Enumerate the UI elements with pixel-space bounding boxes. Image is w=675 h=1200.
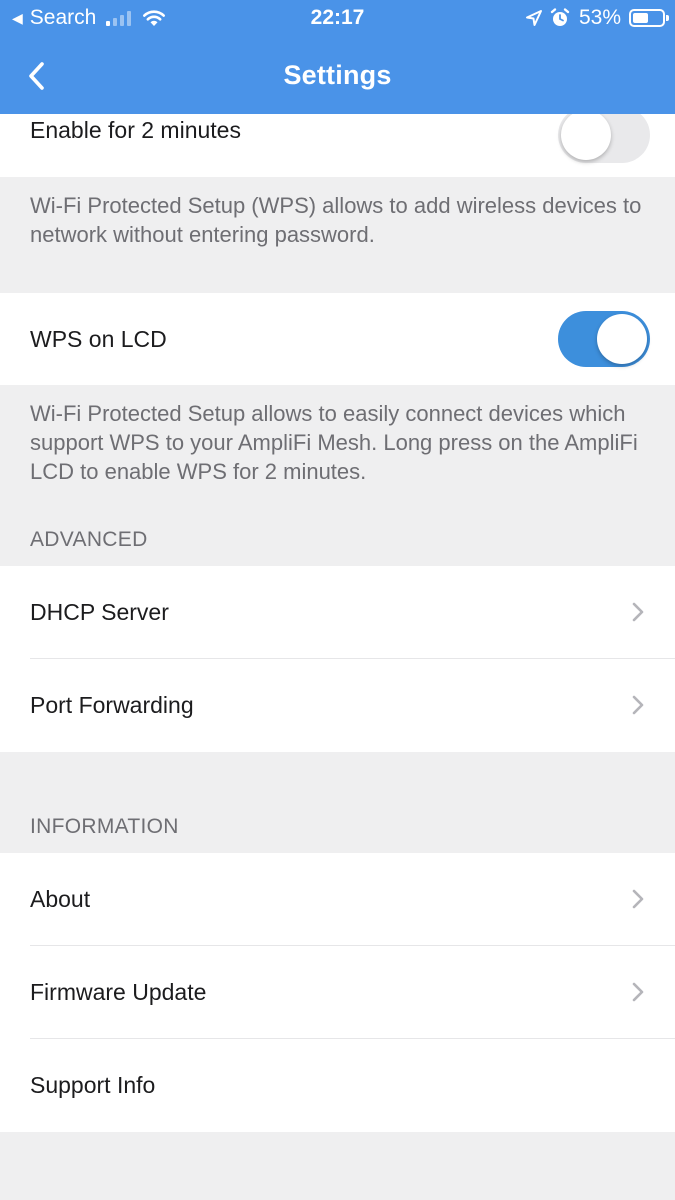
wps-enable-toggle[interactable] <box>558 107 650 163</box>
toggle-knob <box>597 314 647 364</box>
firmware-update-row[interactable]: Firmware Update <box>0 946 675 1039</box>
battery-icon <box>629 9 669 27</box>
navigation-bar: Settings <box>0 38 675 114</box>
battery-level-fill <box>633 13 648 23</box>
about-row[interactable]: About <box>0 853 675 946</box>
support-info-row[interactable]: Support Info <box>0 1039 675 1132</box>
settings-screen: ◀ Search 22:17 53% Settings Enable for 2… <box>0 0 675 1200</box>
port-forwarding-row[interactable]: Port Forwarding <box>0 659 675 752</box>
status-right: 53% <box>525 6 669 30</box>
page-title: Settings <box>283 60 392 90</box>
status-bar: ◀ Search 22:17 53% <box>0 0 675 38</box>
wps-enable-label: Enable for 2 minutes <box>30 117 241 143</box>
chevron-right-icon <box>632 889 644 909</box>
top-bar: ◀ Search 22:17 53% Settings <box>0 0 675 114</box>
about-label: About <box>30 886 91 912</box>
wps-lcd-description: Wi-Fi Protected Setup allows to easily c… <box>30 401 638 484</box>
wps-lcd-row: WPS on LCD <box>0 293 675 385</box>
chevron-right-icon <box>632 982 644 1002</box>
chevron-right-icon <box>632 602 644 622</box>
advanced-section-header: ADVANCED <box>30 528 148 551</box>
firmware-update-label: Firmware Update <box>30 979 207 1005</box>
battery-percent: 53% <box>578 6 621 29</box>
wps-lcd-label: WPS on LCD <box>30 326 167 352</box>
alarm-clock-icon <box>550 8 570 26</box>
information-section-header: INFORMATION <box>30 815 179 838</box>
location-arrow-icon <box>525 10 542 26</box>
wps-lcd-toggle[interactable] <box>558 311 650 367</box>
wps-enable-description: Wi-Fi Protected Setup (WPS) allows to ad… <box>30 193 642 247</box>
toggle-knob <box>561 110 611 160</box>
port-forwarding-label: Port Forwarding <box>30 692 194 718</box>
support-info-label: Support Info <box>30 1072 156 1098</box>
dhcp-server-row[interactable]: DHCP Server <box>0 566 675 659</box>
chevron-right-icon <box>632 695 644 715</box>
dhcp-server-label: DHCP Server <box>30 599 169 625</box>
